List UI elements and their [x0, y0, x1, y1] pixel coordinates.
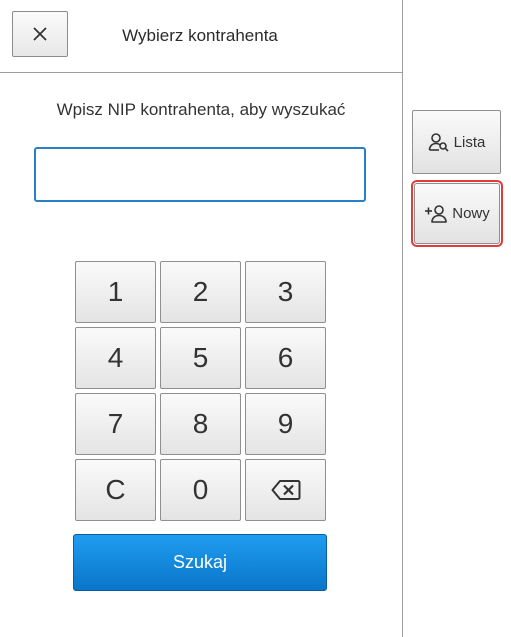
- key-8[interactable]: 8: [160, 393, 241, 455]
- backspace-icon: [271, 479, 301, 501]
- close-button[interactable]: [12, 11, 68, 57]
- key-7[interactable]: 7: [75, 393, 156, 455]
- key-9[interactable]: 9: [245, 393, 326, 455]
- key-5[interactable]: 5: [160, 327, 241, 389]
- user-search-icon: [428, 132, 450, 152]
- numeric-keypad: 1 2 3 4 5 6 7 8 9 C 0: [75, 261, 326, 522]
- nowy-button[interactable]: Nowy: [414, 183, 500, 244]
- nowy-label: Nowy: [452, 205, 490, 222]
- lista-label: Lista: [453, 133, 486, 151]
- side-panel: Lista Nowy: [403, 0, 511, 637]
- key-1[interactable]: 1: [75, 261, 156, 323]
- user-add-icon: [424, 204, 448, 223]
- page-title: Wybierz kontrahenta: [122, 26, 278, 45]
- lista-button[interactable]: Lista: [412, 110, 501, 174]
- key-2[interactable]: 2: [160, 261, 241, 323]
- key-clear[interactable]: C: [75, 459, 156, 521]
- key-4[interactable]: 4: [75, 327, 156, 389]
- app-window: Wybierz kontrahenta Wpisz NIP kontrahent…: [0, 0, 511, 637]
- key-backspace[interactable]: [245, 459, 326, 521]
- main-panel: Wybierz kontrahenta Wpisz NIP kontrahent…: [0, 0, 402, 637]
- header: Wybierz kontrahenta: [0, 0, 402, 73]
- key-6[interactable]: 6: [245, 327, 326, 389]
- close-icon: [32, 26, 48, 42]
- search-button[interactable]: Szukaj: [73, 534, 327, 591]
- key-3[interactable]: 3: [245, 261, 326, 323]
- nip-prompt: Wpisz NIP kontrahenta, aby wyszukać: [56, 100, 346, 119]
- nip-input[interactable]: [34, 147, 366, 202]
- key-0[interactable]: 0: [160, 459, 241, 521]
